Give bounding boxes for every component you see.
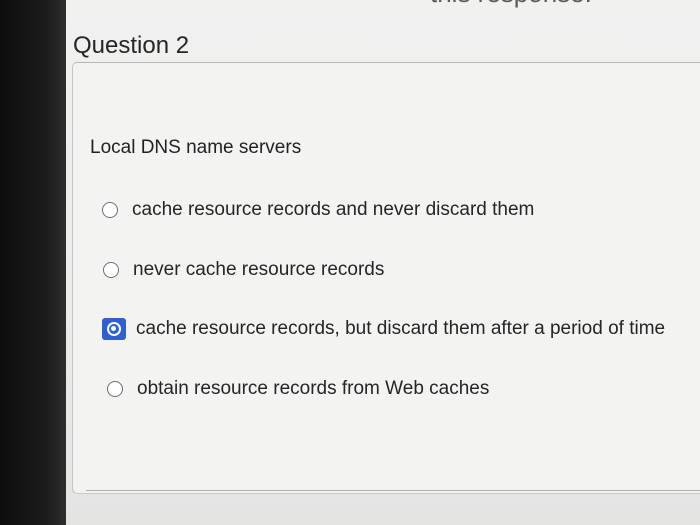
- radio-button-selected-icon[interactable]: [102, 318, 126, 340]
- answer-option-1[interactable]: cache resource records and never discard…: [102, 199, 534, 221]
- answer-option-label: obtain resource records from Web caches: [137, 378, 490, 399]
- monitor-bezel: [0, 0, 66, 525]
- card-divider: [86, 490, 700, 491]
- answer-option-2[interactable]: never cache resource records: [103, 259, 384, 281]
- answer-option-label: cache resource records and never discard…: [132, 199, 535, 220]
- question-prompt: Local DNS name servers: [90, 137, 302, 158]
- radio-button-icon[interactable]: [107, 381, 123, 397]
- answer-option-label: never cache resource records: [133, 259, 385, 280]
- radio-button-icon[interactable]: [102, 202, 118, 218]
- previous-question-feedback: this response.: [430, 0, 670, 8]
- answer-option-4[interactable]: obtain resource records from Web caches: [107, 378, 489, 400]
- question-title: Question 2: [73, 32, 190, 59]
- answer-option-label: cache resource records, but discard them…: [136, 318, 666, 339]
- radio-button-icon[interactable]: [103, 262, 119, 278]
- answer-option-3[interactable]: cache resource records, but discard them…: [102, 318, 665, 340]
